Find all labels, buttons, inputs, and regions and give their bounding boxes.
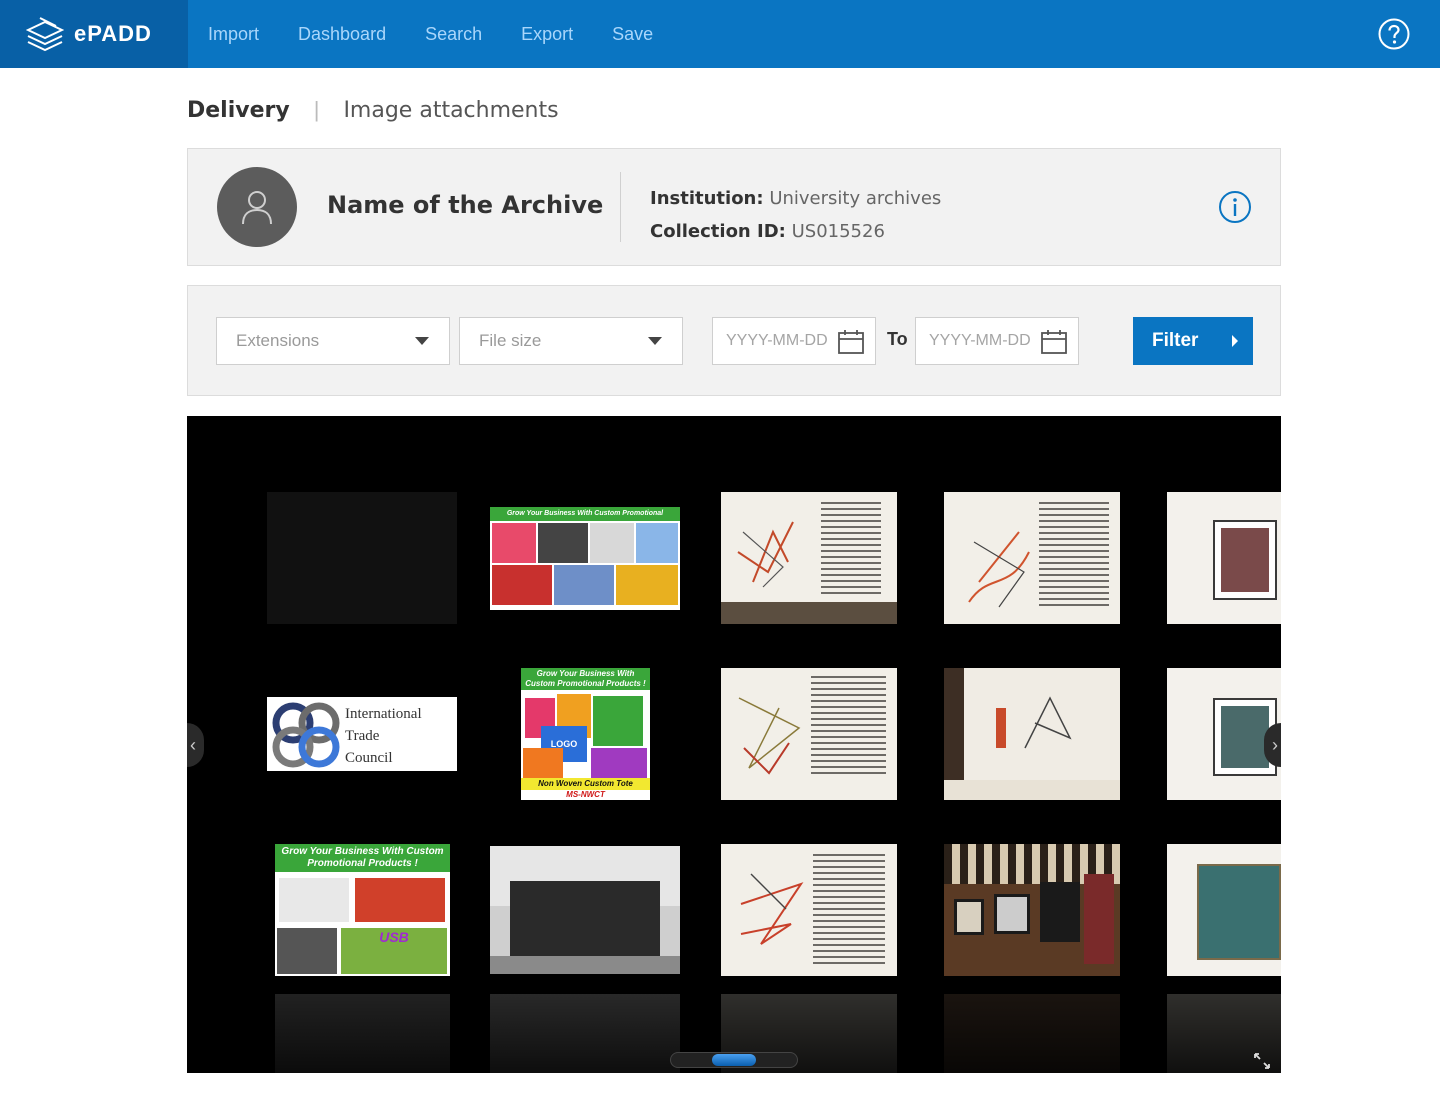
filter-button[interactable]: Filter xyxy=(1133,317,1253,365)
breadcrumb-delivery[interactable]: Delivery xyxy=(187,98,290,123)
promo-banner: Grow Your Business With Custom Promotion… xyxy=(275,844,450,872)
tote-code: MS-NWCT xyxy=(521,790,650,800)
breadcrumb: Delivery | Image attachments xyxy=(187,93,559,127)
archive-metadata: Institution: University archives Collect… xyxy=(650,182,941,248)
institution-label: Institution: xyxy=(650,188,764,209)
date-to-input[interactable]: YYYY-MM-DD xyxy=(915,317,1079,365)
date-from-input[interactable]: YYYY-MM-DD xyxy=(712,317,876,365)
gallery-image-tote-bags[interactable]: Grow Your Business With Custom Promotion… xyxy=(521,668,650,800)
gallery-image-placeholder[interactable] xyxy=(267,492,457,624)
info-icon[interactable] xyxy=(1218,190,1252,224)
tote-caption: Non Woven Custom Tote xyxy=(521,778,650,790)
chevron-down-icon xyxy=(415,337,429,345)
page-title: Image attachments xyxy=(343,97,559,123)
filter-button-label: Filter xyxy=(1152,330,1199,351)
app-logo[interactable]: ePADD xyxy=(0,0,188,68)
gallery-image-book-page-4[interactable] xyxy=(721,844,897,976)
breadcrumb-separator: | xyxy=(313,97,320,122)
gallery-image-framed-print-3[interactable] xyxy=(1167,844,1281,976)
chevron-down-icon xyxy=(648,337,662,345)
itc-line-2: Trade xyxy=(345,728,380,744)
itc-logo-text: International Trade Council xyxy=(345,703,422,769)
caret-right-icon xyxy=(1232,335,1238,347)
gallery-prev-button[interactable]: ‹ xyxy=(187,723,204,767)
nav-export[interactable]: Export xyxy=(521,24,573,45)
gallery-image-book-page-2[interactable] xyxy=(944,492,1120,624)
filter-panel: Extensions File size YYYY-MM-DD To YYYY-… xyxy=(187,285,1281,396)
gallery-image-book-page-1[interactable] xyxy=(721,492,897,624)
promo-banner: Grow Your Business With Custom Promotion… xyxy=(521,668,650,690)
epadd-logo-icon xyxy=(26,17,64,52)
image-gallery[interactable]: Grow Your Business With Custom Promotion… xyxy=(187,416,1281,1073)
gallery-image-book-page-3[interactable] xyxy=(721,668,897,800)
top-navigation-bar: ePADD Import Dashboard Search Export Sav… xyxy=(0,0,1440,68)
gallery-image-framed-print-1[interactable] xyxy=(1167,492,1281,624)
extensions-placeholder: Extensions xyxy=(236,331,320,350)
main-nav: Import Dashboard Search Export Save xyxy=(188,0,672,68)
gallery-scrollbar[interactable] xyxy=(670,1052,798,1068)
archive-info-card: Name of the Archive Institution: Univers… xyxy=(187,148,1281,266)
chevron-right-icon: › xyxy=(1272,734,1278,755)
help-icon[interactable] xyxy=(1378,18,1410,50)
gallery-image-interior-room[interactable] xyxy=(944,844,1120,976)
gallery-image-book-title-page[interactable] xyxy=(944,668,1120,800)
date-to-placeholder: YYYY-MM-DD xyxy=(929,332,1031,349)
card-divider xyxy=(620,172,621,242)
gallery-image-historic-group-photo[interactable] xyxy=(490,846,680,974)
date-from-placeholder: YYYY-MM-DD xyxy=(726,332,828,349)
gallery-next-button[interactable]: › xyxy=(1264,723,1281,767)
itc-line-3: Council xyxy=(345,750,393,766)
file-size-select[interactable]: File size xyxy=(459,317,683,365)
nav-import[interactable]: Import xyxy=(208,24,259,45)
calendar-icon[interactable] xyxy=(1040,328,1068,356)
avatar xyxy=(217,167,297,247)
extensions-select[interactable]: Extensions xyxy=(216,317,450,365)
collection-id-value: US015526 xyxy=(791,221,885,242)
date-range-to-label: To xyxy=(887,329,908,349)
file-size-placeholder: File size xyxy=(479,331,542,350)
usb-tag: USB xyxy=(341,928,447,974)
promo-banner: Grow Your Business With Custom Promotion… xyxy=(490,507,680,531)
fullscreen-expand-icon[interactable] xyxy=(1253,1052,1271,1070)
gallery-image-promo-products[interactable]: Grow Your Business With Custom Promotion… xyxy=(490,507,680,610)
nav-save[interactable]: Save xyxy=(612,24,653,45)
nav-search[interactable]: Search xyxy=(425,24,482,45)
archive-name: Name of the Archive xyxy=(327,191,604,219)
chevron-left-icon: ‹ xyxy=(190,734,196,755)
collection-id-label: Collection ID: xyxy=(650,221,786,242)
logo-text: ePADD xyxy=(74,21,152,46)
gallery-image-itc-logo[interactable]: International Trade Council xyxy=(267,697,457,771)
institution-value: University archives xyxy=(769,188,942,209)
calendar-icon[interactable] xyxy=(837,328,865,356)
gallery-image-usb-products[interactable]: Grow Your Business With Custom Promotion… xyxy=(275,844,450,976)
nav-dashboard[interactable]: Dashboard xyxy=(298,24,386,45)
itc-line-1: International xyxy=(345,706,422,722)
gallery-scrollbar-thumb[interactable] xyxy=(712,1054,756,1066)
user-icon xyxy=(242,191,272,225)
